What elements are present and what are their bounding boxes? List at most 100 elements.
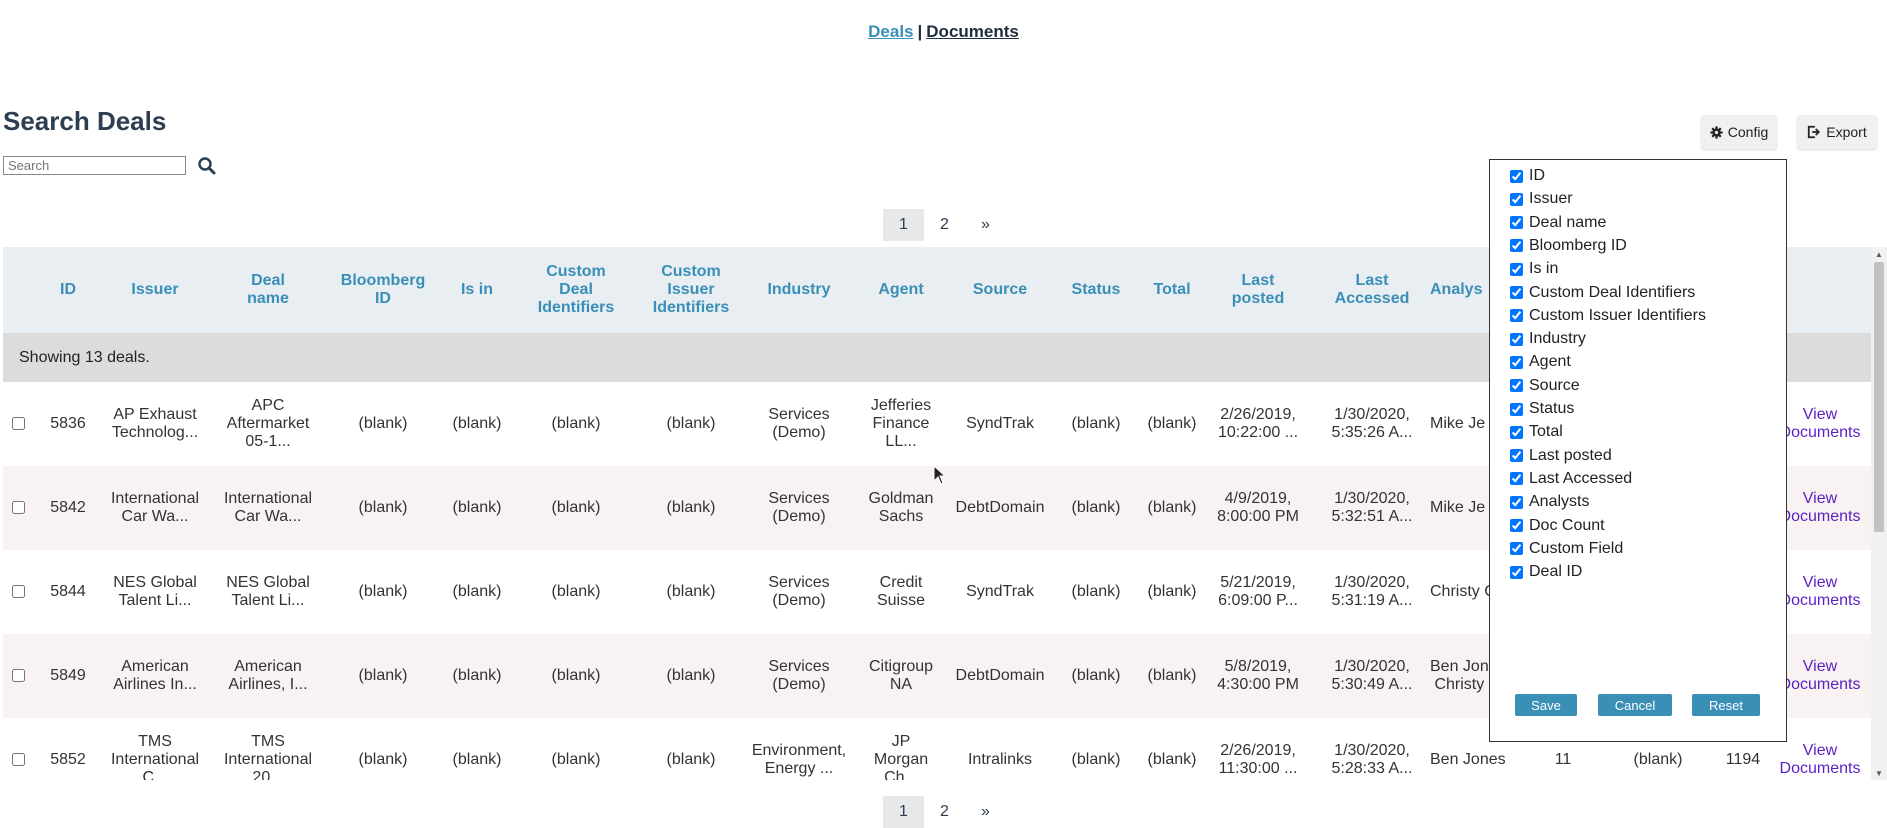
gear-icon	[1710, 125, 1723, 139]
column-toggle-checkbox[interactable]	[1510, 169, 1523, 183]
column-toggle-item[interactable]: Analysts	[1510, 491, 1589, 513]
column-toggle-checkbox[interactable]	[1510, 262, 1523, 276]
view-documents-link[interactable]: View Documents	[1775, 550, 1865, 634]
cell-custom-deal: (blank)	[551, 499, 601, 516]
row-select-checkbox[interactable]	[12, 585, 25, 598]
column-toggle-checkbox[interactable]	[1510, 309, 1523, 323]
header-total[interactable]: Total	[1136, 247, 1208, 333]
header-custom-issuer-identifiers[interactable]: Custom Issuer Identifiers	[636, 247, 746, 333]
view-documents-link[interactable]: View Documents	[1775, 634, 1865, 718]
header-deal-name[interactable]: Deal name	[213, 247, 323, 333]
column-toggle-checkbox[interactable]	[1510, 355, 1523, 369]
table-scrollbar[interactable]: ▲ ▼	[1871, 247, 1887, 780]
search-icon[interactable]	[197, 156, 217, 176]
cell-total: (blank)	[1147, 499, 1197, 516]
column-toggle-item[interactable]: Source	[1510, 375, 1580, 397]
column-toggle-checkbox[interactable]	[1510, 449, 1523, 463]
header-agent[interactable]: Agent	[861, 247, 941, 333]
view-documents-link[interactable]: View Documents	[1775, 466, 1865, 550]
column-toggle-checkbox[interactable]	[1510, 216, 1523, 230]
header-source[interactable]: Source	[945, 247, 1055, 333]
config-reset-button[interactable]: Reset	[1692, 694, 1760, 716]
column-toggle-checkbox[interactable]	[1510, 332, 1523, 346]
config-cancel-button[interactable]: Cancel	[1598, 694, 1672, 716]
row-select-checkbox[interactable]	[12, 753, 25, 766]
header-industry[interactable]: Industry	[747, 247, 851, 333]
cell-last-posted: 2/26/2019, 11:30:00 ...	[1218, 742, 1298, 777]
cell-issuer: International Car Wa...	[110, 490, 200, 525]
row-select-checkbox[interactable]	[12, 501, 25, 514]
mouse-cursor-icon	[933, 465, 947, 485]
header-is-in[interactable]: Is in	[439, 247, 515, 333]
cell-deal-name: NES Global Talent Li...	[226, 574, 310, 609]
page-1-button[interactable]: 1	[883, 796, 924, 828]
cell-id: 5836	[50, 415, 86, 432]
row-select-checkbox[interactable]	[12, 669, 25, 682]
header-bloomberg-id[interactable]: Bloomberg ID	[333, 247, 433, 333]
cell-id: 5844	[50, 583, 86, 600]
header-custom-deal-identifiers[interactable]: Custom Deal Identifiers	[521, 247, 631, 333]
page-1-button[interactable]: 1	[883, 209, 924, 241]
column-toggle-label: Doc Count	[1529, 516, 1605, 534]
nav-deals-link[interactable]: Deals	[868, 22, 913, 41]
column-toggle-checkbox[interactable]	[1510, 542, 1523, 556]
column-toggle-checkbox[interactable]	[1510, 519, 1523, 532]
next-page-button[interactable]: »	[965, 796, 1006, 828]
column-toggle-checkbox[interactable]	[1510, 402, 1523, 416]
column-toggle-checkbox[interactable]	[1510, 239, 1523, 253]
column-toggle-checkbox[interactable]	[1510, 472, 1523, 486]
cell-custom-deal: (blank)	[551, 751, 601, 768]
column-toggle-checkbox[interactable]	[1510, 192, 1523, 206]
config-save-button[interactable]: Save	[1515, 694, 1577, 716]
row-select-checkbox[interactable]	[12, 417, 25, 430]
column-toggle-item[interactable]: Last posted	[1510, 445, 1612, 467]
cell-agent: Credit Suisse	[876, 574, 926, 609]
header-status[interactable]: Status	[1060, 247, 1132, 333]
view-documents-link[interactable]: View Documents	[1775, 718, 1865, 780]
header-issuer[interactable]: Issuer	[103, 247, 207, 333]
export-button[interactable]: Export	[1797, 115, 1877, 149]
header-id[interactable]: ID	[43, 247, 93, 333]
page-2-button[interactable]: 2	[924, 796, 965, 828]
cell-last-accessed: 1/30/2020, 5:28:33 A...	[1331, 742, 1413, 777]
column-toggle-item[interactable]: Last Accessed	[1510, 468, 1632, 490]
column-toggle-item[interactable]: Agent	[1510, 351, 1571, 373]
column-toggle-item[interactable]: Deal name	[1510, 212, 1606, 234]
column-toggle-checkbox[interactable]	[1510, 379, 1523, 393]
column-toggle-checkbox[interactable]	[1510, 286, 1523, 299]
column-toggle-item[interactable]: ID	[1510, 165, 1545, 187]
column-toggle-item[interactable]: Issuer	[1510, 188, 1573, 210]
column-toggle-label: Is in	[1529, 260, 1559, 278]
column-toggle-checkbox[interactable]	[1510, 425, 1523, 439]
cell-last-posted: 5/8/2019, 4:30:00 PM	[1217, 658, 1299, 693]
page-2-button[interactable]: 2	[924, 209, 965, 241]
column-toggle-label: Last posted	[1529, 446, 1612, 464]
column-toggle-item[interactable]: Doc Count	[1510, 515, 1605, 537]
scroll-down-arrow-icon[interactable]: ▼	[1871, 766, 1887, 780]
column-toggle-item[interactable]: Custom Deal Identifiers	[1510, 282, 1695, 304]
config-button-label: Config	[1727, 124, 1769, 140]
column-toggle-checkbox[interactable]	[1510, 565, 1523, 579]
column-toggle-item[interactable]: Is in	[1510, 258, 1558, 280]
column-toggle-label: Issuer	[1529, 190, 1573, 208]
column-toggle-item[interactable]: Total	[1510, 421, 1563, 443]
column-toggle-item[interactable]: Status	[1510, 398, 1574, 420]
column-toggle-label: Deal ID	[1529, 563, 1583, 581]
column-toggle-item[interactable]: Custom Field	[1510, 538, 1623, 560]
column-toggle-item[interactable]: Industry	[1510, 328, 1586, 350]
next-page-button[interactable]: »	[965, 209, 1006, 241]
config-button[interactable]: Config	[1701, 115, 1777, 149]
cell-last-accessed: 1/30/2020, 5:32:51 A...	[1331, 490, 1413, 525]
search-input[interactable]	[3, 156, 186, 175]
column-toggle-item[interactable]: Bloomberg ID	[1510, 235, 1627, 257]
view-documents-link[interactable]: View Documents	[1775, 382, 1865, 466]
column-toggle-label: Industry	[1529, 330, 1586, 348]
header-last-posted[interactable]: Last posted	[1208, 247, 1308, 333]
scroll-up-arrow-icon[interactable]: ▲	[1871, 247, 1887, 261]
nav-documents-link[interactable]: Documents	[926, 22, 1019, 41]
header-last-accessed[interactable]: Last Accessed	[1313, 247, 1431, 333]
column-toggle-checkbox[interactable]	[1510, 495, 1523, 509]
scroll-thumb[interactable]	[1874, 262, 1884, 532]
column-toggle-item[interactable]: Deal ID	[1510, 561, 1582, 583]
column-toggle-item[interactable]: Custom Issuer Identifiers	[1510, 305, 1706, 327]
